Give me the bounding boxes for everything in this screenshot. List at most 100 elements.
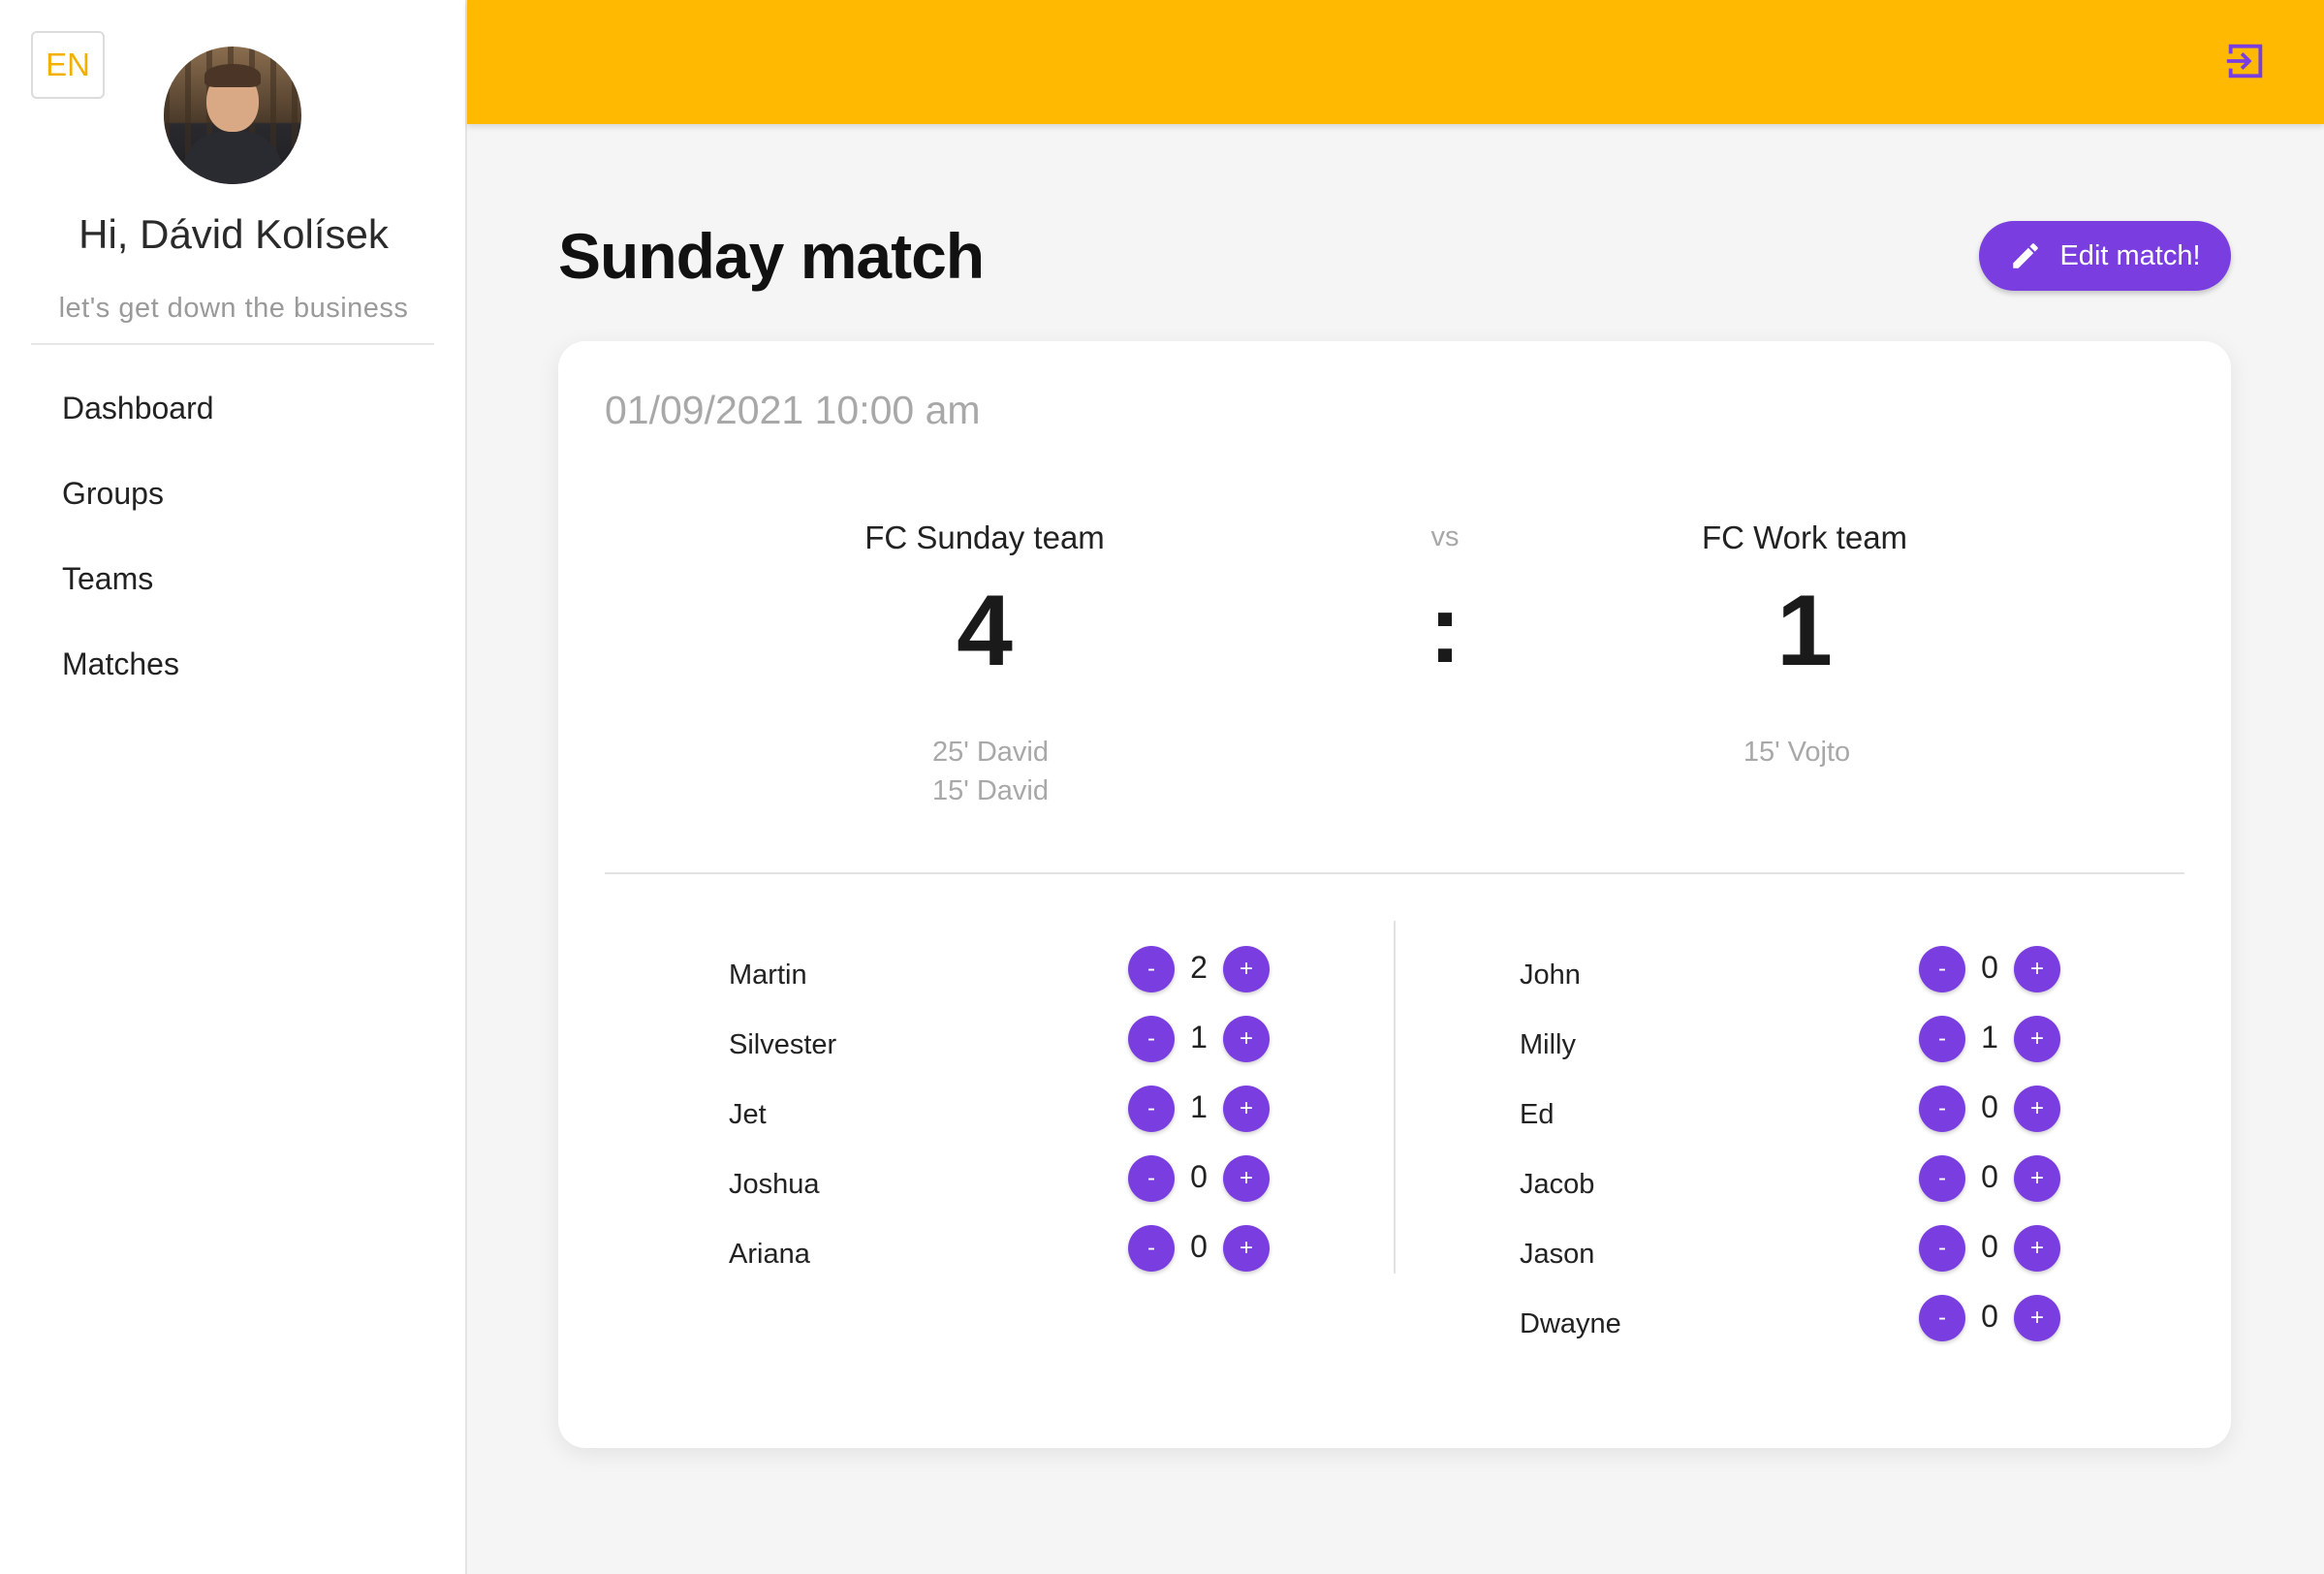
decrement-goal-button[interactable]: - bbox=[1128, 1016, 1175, 1062]
goal-stepper: - 0 + bbox=[1919, 1086, 2062, 1132]
player-row: Joshua - 0 + bbox=[729, 1155, 1272, 1225]
goal-count: 1 bbox=[1190, 1089, 1208, 1124]
language-switch-button[interactable]: EN bbox=[31, 31, 105, 99]
sidebar: EN Hi, Dávid Kolísek let's get down the … bbox=[0, 0, 467, 1574]
goal-count: 0 bbox=[1981, 950, 1998, 985]
player-row: Ed - 0 + bbox=[1520, 1086, 2062, 1155]
player-name: John bbox=[1520, 960, 1581, 991]
vs-label: vs bbox=[1430, 521, 1460, 552]
player-row: Jet - 1 + bbox=[729, 1086, 1272, 1155]
home-team-name: FC Sunday team bbox=[864, 519, 1105, 555]
increment-goal-button[interactable]: + bbox=[2014, 1155, 2060, 1202]
home-roster: Martin - 2 + Silvester - 1 + Jet - 1 + J… bbox=[729, 946, 1272, 1295]
increment-goal-button[interactable]: + bbox=[2014, 946, 2060, 992]
sidebar-item-dashboard[interactable]: Dashboard bbox=[62, 384, 214, 469]
player-row: Martin - 2 + bbox=[729, 946, 1272, 1016]
player-name: Ed bbox=[1520, 1099, 1555, 1130]
card-divider bbox=[605, 872, 2184, 874]
score-separator: : bbox=[1429, 575, 1461, 683]
logout-icon[interactable] bbox=[2223, 39, 2268, 83]
player-row: Jacob - 0 + bbox=[1520, 1155, 2062, 1225]
increment-goal-button[interactable]: + bbox=[1223, 1155, 1270, 1202]
goal-stepper: - 0 + bbox=[1919, 946, 2062, 992]
decrement-goal-button[interactable]: - bbox=[1919, 946, 1965, 992]
player-name: Milly bbox=[1520, 1029, 1576, 1060]
sidebar-item-groups[interactable]: Groups bbox=[62, 469, 214, 554]
increment-goal-button[interactable]: + bbox=[1223, 1086, 1270, 1132]
player-name: Silvester bbox=[729, 1029, 837, 1060]
player-name: Dwayne bbox=[1520, 1308, 1621, 1339]
match-card: 01/09/2021 10:00 am FC Sunday team vs FC… bbox=[558, 341, 2231, 1448]
goal-stepper: - 0 + bbox=[1128, 1225, 1272, 1272]
goal-count: 0 bbox=[1981, 1089, 1998, 1124]
decrement-goal-button[interactable]: - bbox=[1128, 1225, 1175, 1272]
user-greeting: Hi, Dávid Kolísek bbox=[79, 211, 389, 257]
player-row: Dwayne - 0 + bbox=[1520, 1295, 2062, 1365]
goal-stepper: - 1 + bbox=[1128, 1086, 1272, 1132]
goal-count: 0 bbox=[1190, 1159, 1208, 1194]
scorer-entry: 15' David bbox=[932, 775, 1049, 806]
player-name: Jet bbox=[729, 1099, 767, 1130]
away-team-name: FC Work team bbox=[1701, 519, 1908, 555]
goal-count: 0 bbox=[1190, 1229, 1208, 1264]
goal-count: 0 bbox=[1981, 1299, 1998, 1334]
home-scorers: 25' David 15' David bbox=[748, 733, 1233, 810]
away-roster: John - 0 + Milly - 1 + Ed - 0 + Jacob - … bbox=[1520, 946, 2062, 1365]
player-name: Jason bbox=[1520, 1239, 1595, 1270]
player-row: Jason - 0 + bbox=[1520, 1225, 2062, 1295]
home-score: 4 bbox=[957, 575, 1013, 687]
increment-goal-button[interactable]: + bbox=[2014, 1295, 2060, 1341]
column-divider bbox=[1394, 921, 1396, 1274]
player-row: John - 0 + bbox=[1520, 946, 2062, 1016]
sidebar-divider bbox=[31, 343, 434, 345]
decrement-goal-button[interactable]: - bbox=[1919, 1225, 1965, 1272]
avatar bbox=[164, 47, 301, 184]
goal-count: 2 bbox=[1190, 950, 1208, 985]
decrement-goal-button[interactable]: - bbox=[1128, 946, 1175, 992]
goal-count: 0 bbox=[1981, 1229, 1998, 1264]
player-name: Joshua bbox=[729, 1169, 820, 1200]
player-row: Ariana - 0 + bbox=[729, 1225, 1272, 1295]
decrement-goal-button[interactable]: - bbox=[1919, 1016, 1965, 1062]
goal-count: 1 bbox=[1981, 1020, 1998, 1055]
player-name: Jacob bbox=[1520, 1169, 1595, 1200]
sidebar-item-teams[interactable]: Teams bbox=[62, 554, 214, 640]
player-name: Ariana bbox=[729, 1239, 810, 1270]
page-title: Sunday match bbox=[558, 220, 985, 292]
goal-stepper: - 2 + bbox=[1128, 946, 1272, 992]
increment-goal-button[interactable]: + bbox=[1223, 1225, 1270, 1272]
sidebar-item-matches[interactable]: Matches bbox=[62, 640, 214, 725]
away-scorers: 15' Vojto bbox=[1555, 733, 2039, 771]
decrement-goal-button[interactable]: - bbox=[1128, 1086, 1175, 1132]
scorer-entry: 25' David bbox=[932, 737, 1049, 768]
player-name: Martin bbox=[729, 960, 807, 991]
increment-goal-button[interactable]: + bbox=[1223, 946, 1270, 992]
top-bar bbox=[467, 0, 2324, 124]
goal-stepper: - 0 + bbox=[1919, 1295, 2062, 1341]
increment-goal-button[interactable]: + bbox=[2014, 1086, 2060, 1132]
decrement-goal-button[interactable]: - bbox=[1919, 1295, 1965, 1341]
goal-stepper: - 0 + bbox=[1919, 1155, 2062, 1202]
goal-stepper: - 1 + bbox=[1919, 1016, 2062, 1062]
goal-stepper: - 1 + bbox=[1128, 1016, 1272, 1062]
increment-goal-button[interactable]: + bbox=[2014, 1225, 2060, 1272]
decrement-goal-button[interactable]: - bbox=[1919, 1086, 1965, 1132]
goal-stepper: - 0 + bbox=[1919, 1225, 2062, 1272]
increment-goal-button[interactable]: + bbox=[1223, 1016, 1270, 1062]
goal-count: 0 bbox=[1981, 1159, 1998, 1194]
decrement-goal-button[interactable]: - bbox=[1919, 1155, 1965, 1202]
edit-match-button[interactable]: Edit match! bbox=[1979, 221, 2231, 291]
goal-stepper: - 0 + bbox=[1128, 1155, 1272, 1202]
edit-match-label: Edit match! bbox=[2059, 239, 2201, 271]
player-row: Silvester - 1 + bbox=[729, 1016, 1272, 1086]
sidebar-nav: Dashboard Groups Teams Matches bbox=[62, 384, 214, 725]
player-row: Milly - 1 + bbox=[1520, 1016, 2062, 1086]
decrement-goal-button[interactable]: - bbox=[1128, 1155, 1175, 1202]
scorer-entry: 15' Vojto bbox=[1743, 737, 1851, 768]
pencil-icon bbox=[2013, 243, 2039, 268]
increment-goal-button[interactable]: + bbox=[2014, 1016, 2060, 1062]
goal-count: 1 bbox=[1190, 1020, 1208, 1055]
match-datetime: 01/09/2021 10:00 am bbox=[605, 388, 981, 432]
user-tagline: let's get down the business bbox=[58, 293, 409, 324]
away-score: 1 bbox=[1776, 575, 1833, 687]
